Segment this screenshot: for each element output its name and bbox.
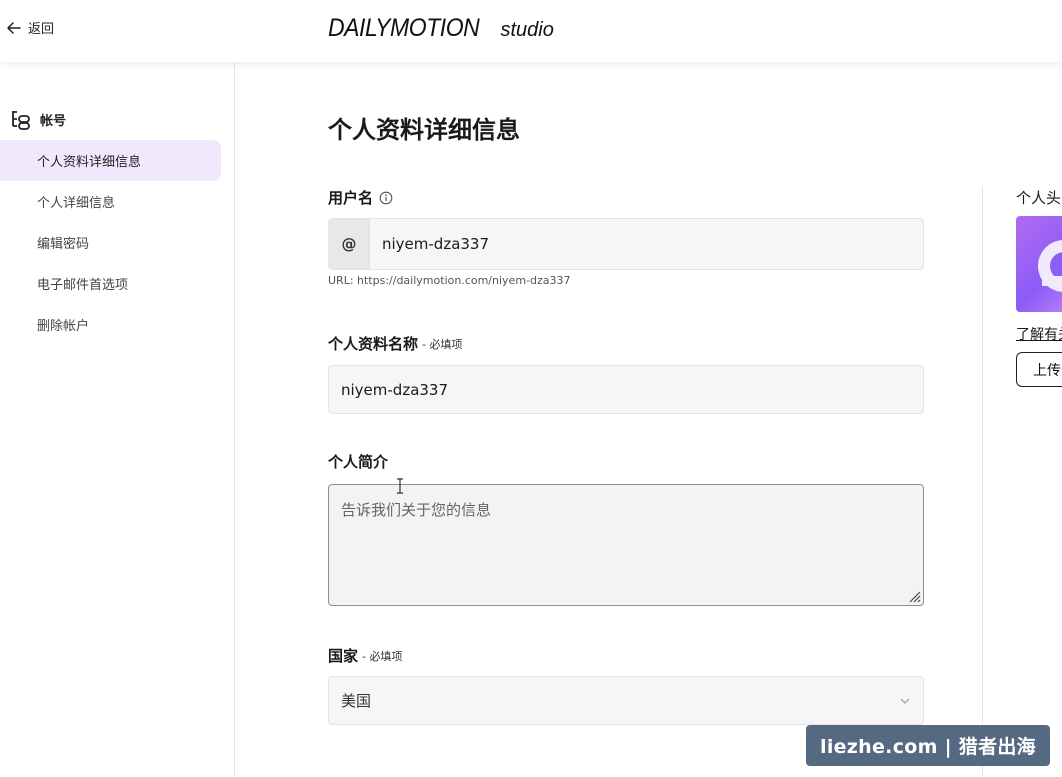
avatar-placeholder-icon [1038,240,1062,292]
bio-label: 个人简介 [328,451,388,472]
arrow-left-icon [7,21,21,34]
info-icon[interactable] [379,191,393,205]
back-label: 返回 [28,22,55,37]
username-label: 用户名 [328,187,393,208]
sidebar-item-label: 个人详细信息 [37,196,116,211]
sidebar-item-personal-details[interactable]: 个人详细信息 [0,181,221,222]
column-divider [982,186,983,777]
bio-textarea[interactable]: 告诉我们关于您的信息 [328,484,924,606]
profile-name-value: niyem-dza337 [341,380,449,399]
country-label: 国家 - 必填项 [328,645,402,666]
username-input[interactable]: @ niyem-dza337 [328,218,924,270]
username-label-text: 用户名 [328,189,374,207]
text-cursor-icon [397,478,403,494]
country-label-text: 国家 [328,647,359,665]
back-button[interactable]: 返回 [6,18,54,37]
learn-more-link[interactable]: 了解有关 [1016,324,1062,344]
sidebar-section-account: 帐号 [10,108,66,130]
logo-wordmark: DAILYMOTION [328,14,480,42]
required-marker: - 必填项 [422,337,463,351]
account-tree-icon [12,111,30,130]
bio-placeholder: 告诉我们关于您的信息 [341,501,492,519]
profile-name-label-text: 个人资料名称 [328,335,419,353]
avatar-preview [1016,216,1062,312]
sidebar-item-email-preferences[interactable]: 电子邮件首选项 [0,263,221,304]
profile-url-hint: URL: https://dailymotion.com/niyem-dza33… [328,274,571,287]
upload-button[interactable]: 上传 [1016,352,1062,387]
app-header: 返回 DAILYMOTION studio [0,0,1062,62]
sidebar-item-label: 删除帐户 [37,319,90,334]
avatar-label: 个人头 [1016,189,1062,207]
sidebar-item-edit-password[interactable]: 编辑密码 [0,222,221,263]
resize-handle-icon[interactable] [907,589,921,603]
sidebar-item-profile-details[interactable]: 个人资料详细信息 [0,140,221,181]
country-value: 美国 [341,692,372,710]
required-marker: - 必填项 [362,649,403,663]
sidebar-item-label: 编辑密码 [37,237,90,252]
bio-label-text: 个人简介 [328,453,389,471]
dailymotion-studio-logo[interactable]: DAILYMOTION studio [328,14,554,43]
chevron-down-icon [900,698,910,704]
profile-name-input[interactable]: niyem-dza337 [328,365,924,414]
username-value: niyem-dza337 [382,235,490,253]
sidebar-item-delete-account[interactable]: 删除帐户 [0,304,221,345]
sidebar: 帐号 个人资料详细信息 个人详细信息 编辑密码 电子邮件首选项 删除帐户 [0,62,235,777]
profile-name-label: 个人资料名称 - 必填项 [328,333,462,354]
sidebar-item-label: 电子邮件首选项 [37,278,129,293]
sidebar-item-label: 个人资料详细信息 [37,155,142,170]
sidebar-section-title: 帐号 [40,113,67,129]
page-title: 个人资料详细信息 [328,116,520,144]
username-prefix: @ [329,219,370,269]
logo-studio: studio [500,19,554,41]
watermark-badge: liezhe.com | 猎者出海 [806,725,1050,766]
country-select[interactable]: 美国 [328,676,924,725]
